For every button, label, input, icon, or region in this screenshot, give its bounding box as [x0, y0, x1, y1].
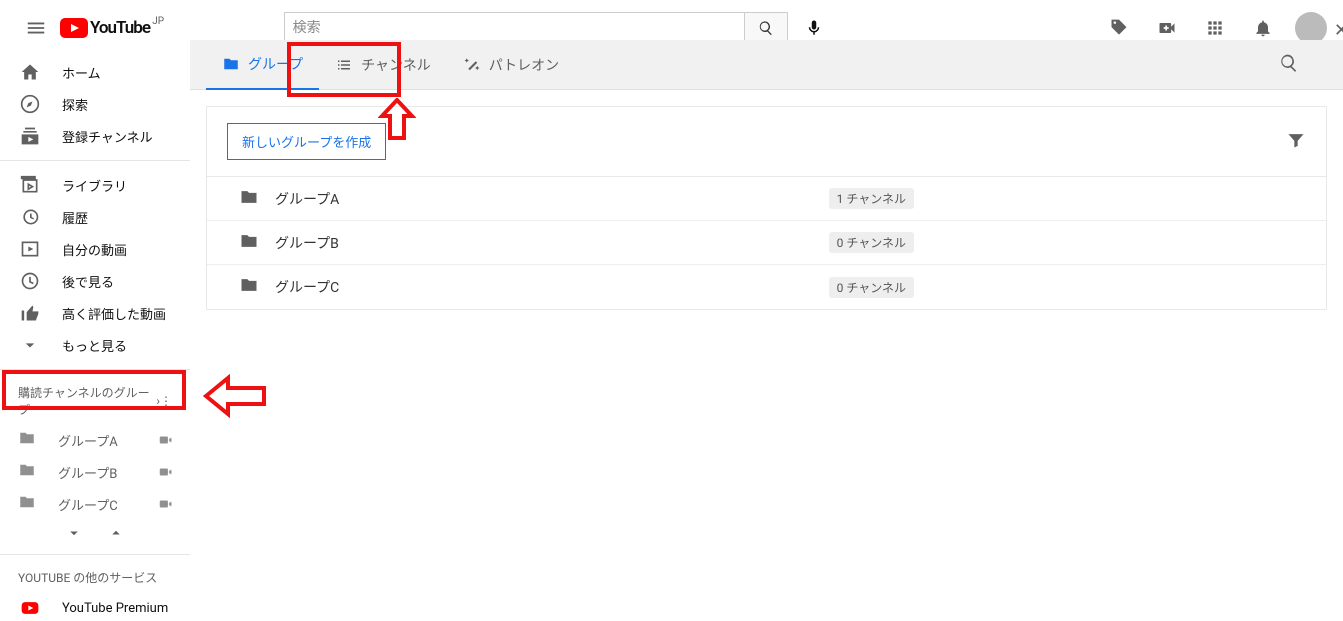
sidebar: ホーム 探索 登録チャンネル ライブラリ 履歴 自分の動画 後で見る 高く評価し… — [0, 56, 190, 621]
sidebar-item-label: 自分の動画 — [62, 240, 127, 259]
sidebar-item-label: 履歴 — [62, 208, 88, 227]
group-name: グループB — [275, 233, 339, 253]
group-name: グループA — [275, 189, 339, 209]
list-icon — [335, 56, 353, 74]
bell-icon — [1253, 18, 1273, 38]
tab-bar: グループ チャンネル パトレオン ✕ — [190, 40, 1343, 90]
youtube-small-icon — [20, 598, 40, 618]
wand-icon — [463, 56, 481, 74]
sidebar-item-your-videos[interactable]: 自分の動画 — [0, 233, 190, 265]
folder-icon — [239, 275, 259, 295]
sidebar-item-liked[interactable]: 高く評価した動画 — [0, 297, 190, 329]
divider — [0, 554, 190, 555]
search-icon — [758, 20, 774, 36]
sidebar-group-c[interactable]: グループC — [0, 488, 190, 520]
sidebar-item-show-more[interactable]: もっと見る — [0, 329, 190, 361]
region-label: JP — [152, 16, 164, 27]
sidebar-item-label: 登録チャンネル — [62, 127, 153, 146]
groups-panel: 新しいグループを作成 グループA 1 チャンネル グループB 0 チャンネル グ… — [206, 106, 1327, 310]
apps-icon — [1205, 18, 1225, 38]
folder-icon — [18, 493, 36, 511]
thumb-up-icon — [20, 303, 40, 323]
chevron-down-icon — [20, 335, 40, 355]
menu-icon — [25, 17, 47, 39]
folder-icon — [239, 231, 259, 251]
section-title-label: 購読チャンネルのグループ — [18, 384, 154, 418]
tab-label: パトレオン — [489, 55, 559, 75]
main-panel: グループ チャンネル パトレオン ✕ 新しいグループを作成 グループA 1 チャ… — [190, 40, 1343, 326]
sidebar-item-subscriptions[interactable]: 登録チャンネル — [0, 120, 190, 152]
tab-patreon[interactable]: パトレオン — [447, 40, 575, 90]
sidebar-group-label: グループA — [58, 431, 118, 450]
youtube-logo[interactable]: YouTube JP — [60, 18, 150, 38]
hamburger-menu-button[interactable] — [16, 8, 56, 48]
filter-button[interactable] — [1286, 130, 1306, 154]
annotation-arrow-left — [202, 372, 270, 420]
sidebar-item-label: 探索 — [62, 95, 88, 114]
sidebar-item-label: もっと見る — [62, 336, 127, 355]
divider — [0, 369, 190, 370]
sidebar-group-a[interactable]: グループA — [0, 424, 190, 456]
tab-label: チャンネル — [361, 55, 431, 75]
sidebar-group-label: グループB — [58, 463, 117, 482]
folder-icon — [239, 187, 259, 207]
group-row[interactable]: グループC 0 チャンネル — [207, 265, 1326, 309]
folder-icon — [18, 461, 36, 479]
sidebar-section-other-title: YOUTUBE の他のサービス — [0, 563, 190, 592]
live-badge-icon — [158, 497, 172, 511]
library-icon — [20, 175, 40, 195]
sidebar-item-history[interactable]: 履歴 — [0, 201, 190, 233]
folder-icon — [18, 429, 36, 447]
close-icon: ✕ — [1334, 20, 1343, 41]
group-row[interactable]: グループA 1 チャンネル — [207, 177, 1326, 221]
mic-icon — [805, 19, 823, 37]
more-options-button[interactable]: ⋮ — [160, 394, 172, 408]
group-name: グループC — [275, 277, 339, 297]
chevron-up-icon[interactable] — [107, 524, 125, 542]
folder-icon — [222, 55, 240, 73]
sidebar-item-label: ホーム — [62, 63, 101, 82]
clock-icon — [20, 271, 40, 291]
explore-icon — [20, 94, 40, 114]
sidebar-item-label: YouTube Premium — [62, 601, 168, 616]
filter-icon — [1286, 130, 1306, 150]
home-icon — [20, 62, 40, 82]
live-badge-icon — [158, 433, 172, 447]
close-panel-button[interactable]: ✕ — [1334, 20, 1343, 41]
sidebar-group-label: グループC — [58, 495, 118, 514]
sidebar-item-label: ライブラリ — [62, 176, 127, 195]
tab-groups[interactable]: グループ — [206, 40, 319, 90]
live-badge-icon — [158, 465, 172, 479]
sidebar-item-label: 後で見る — [62, 272, 114, 291]
group-count-badge: 1 チャンネル — [829, 188, 914, 209]
history-icon — [20, 207, 40, 227]
search-icon — [1279, 53, 1299, 73]
sidebar-item-home[interactable]: ホーム — [0, 56, 190, 88]
sidebar-item-watch-later[interactable]: 後で見る — [0, 265, 190, 297]
create-icon — [1157, 18, 1177, 38]
sidebar-item-premium[interactable]: YouTube Premium — [0, 592, 190, 621]
panel-search-button[interactable] — [1279, 53, 1299, 77]
divider — [0, 160, 190, 161]
group-row[interactable]: グループB 0 チャンネル — [207, 221, 1326, 265]
tab-label: グループ — [248, 54, 303, 74]
sidebar-group-b[interactable]: グループB — [0, 456, 190, 488]
group-count-badge: 0 チャンネル — [829, 232, 914, 253]
logo-text: YouTube — [90, 18, 150, 38]
sidebar-item-explore[interactable]: 探索 — [0, 88, 190, 120]
sidebar-item-library[interactable]: ライブラリ — [0, 169, 190, 201]
chevron-down-icon[interactable] — [65, 524, 83, 542]
section-title-label: YOUTUBE の他のサービス — [18, 569, 157, 586]
groups-panel-header: 新しいグループを作成 — [207, 107, 1326, 177]
sidebar-group-nav — [0, 520, 190, 546]
tab-channels[interactable]: チャンネル — [319, 40, 447, 90]
sidebar-item-label: 高く評価した動画 — [62, 304, 166, 323]
group-count-badge: 0 チャンネル — [829, 277, 914, 298]
create-group-button[interactable]: 新しいグループを作成 — [227, 123, 386, 160]
play-outline-icon — [20, 239, 40, 259]
youtube-icon — [60, 18, 88, 38]
tag-icon — [1109, 18, 1129, 38]
subscriptions-icon — [20, 126, 40, 146]
sidebar-section-groups-title[interactable]: 購読チャンネルのグループ › ⋮ — [0, 378, 190, 424]
